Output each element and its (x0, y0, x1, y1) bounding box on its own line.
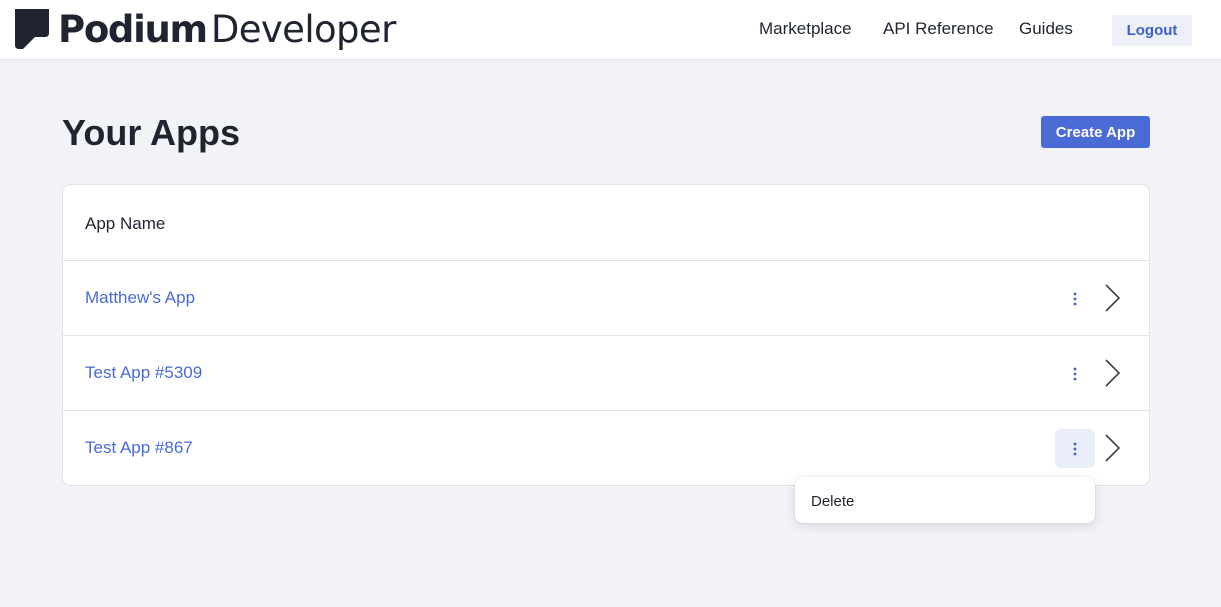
table-row[interactable]: Test App #867 (63, 411, 1149, 486)
column-header-app-name: App Name (85, 214, 166, 233)
page-title: Your Apps (62, 112, 240, 153)
more-options-button[interactable] (1055, 354, 1095, 393)
app-name-link[interactable]: Matthew's App (85, 288, 195, 308)
table-header: App Name (63, 185, 1149, 261)
top-navbar: Podium Developer Marketplace API Referen… (0, 0, 1221, 60)
context-menu: Delete (795, 477, 1095, 523)
chevron-right-icon[interactable] (1103, 358, 1123, 388)
kebab-menu-icon (1073, 367, 1077, 380)
nav-guides[interactable]: Guides (1019, 19, 1073, 39)
nav-marketplace[interactable]: Marketplace (759, 19, 852, 39)
kebab-menu-icon (1073, 442, 1077, 455)
logout-button[interactable]: Logout (1112, 15, 1192, 46)
nav-api-reference[interactable]: API Reference (883, 19, 994, 39)
create-app-button[interactable]: Create App (1041, 116, 1150, 148)
podium-logo-icon (15, 9, 49, 49)
more-options-button[interactable] (1055, 429, 1095, 468)
kebab-menu-icon (1073, 292, 1077, 305)
logo[interactable]: Podium Developer (15, 7, 397, 51)
apps-table: App Name Matthew's App Test App #5309 Te… (62, 184, 1150, 486)
brand-name: Podium (58, 7, 208, 51)
chevron-right-icon[interactable] (1103, 433, 1123, 463)
more-options-button[interactable] (1055, 279, 1095, 318)
brand-subtitle: Developer (210, 7, 397, 51)
app-name-link[interactable]: Test App #5309 (85, 363, 202, 383)
chevron-right-icon[interactable] (1103, 283, 1123, 313)
delete-menu-item[interactable]: Delete (811, 493, 854, 510)
table-row[interactable]: Test App #5309 (63, 336, 1149, 411)
app-name-link[interactable]: Test App #867 (85, 438, 193, 458)
table-row[interactable]: Matthew's App (63, 261, 1149, 336)
